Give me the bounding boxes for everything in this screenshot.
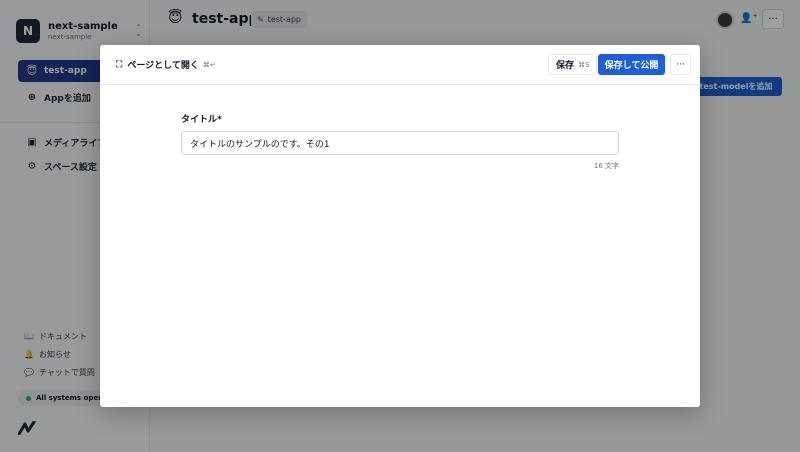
shortcut-hint: ⌘↵ — [202, 60, 216, 69]
save-button[interactable]: 保存 ⌘S — [548, 54, 598, 75]
save-and-publish-button[interactable]: 保存して公開 — [598, 54, 665, 75]
shortcut-hint: ⌘S — [578, 60, 590, 69]
content-edit-modal: ⛶ ページとして開く ⌘↵ 保存 ⌘S 保存して公開 ··· タイトル* 16 … — [100, 45, 700, 407]
title-field-label: タイトル* — [181, 115, 222, 125]
modal-header: ⛶ ページとして開く ⌘↵ 保存 ⌘S 保存して公開 ··· — [100, 45, 700, 85]
open-as-page-label: ページとして開く — [127, 61, 199, 71]
char-count: 16 文字 — [593, 162, 619, 170]
expand-icon: ⛶ — [116, 59, 123, 70]
save-label: 保存 — [556, 61, 575, 71]
more-options-button[interactable]: ··· — [670, 54, 691, 75]
open-as-page-button[interactable]: ⛶ ページとして開く ⌘↵ — [116, 58, 216, 72]
title-field-input[interactable] — [181, 131, 619, 155]
